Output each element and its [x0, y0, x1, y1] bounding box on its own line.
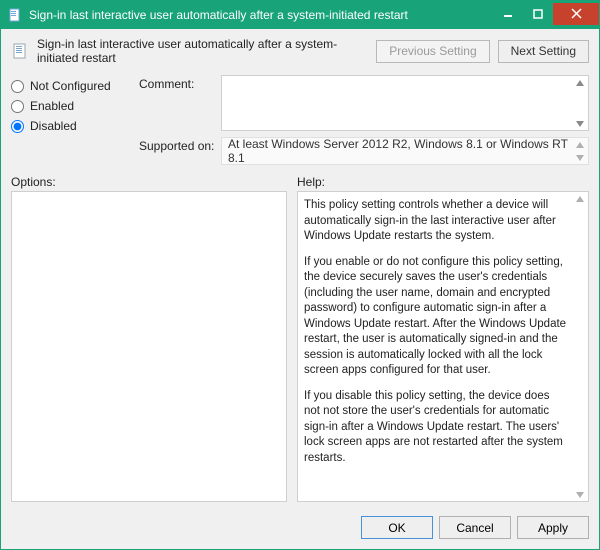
help-panel[interactable]: This policy setting controls whether a d… [297, 191, 589, 502]
scroll-down-icon[interactable] [572, 117, 588, 130]
top-form: Not Configured Enabled Disabled Comment: [1, 71, 599, 171]
help-paragraph: If you enable or do not configure this p… [304, 255, 568, 379]
radio-not-configured-input[interactable] [11, 80, 24, 93]
help-label: Help: [297, 175, 589, 189]
radio-disabled-input[interactable] [11, 120, 24, 133]
dialog-footer: OK Cancel Apply [1, 508, 599, 549]
supported-row: Supported on: At least Windows Server 20… [139, 137, 589, 165]
minimize-button[interactable] [493, 3, 523, 25]
scroll-up-icon[interactable] [572, 192, 588, 205]
scroll-down-icon[interactable] [572, 488, 588, 501]
window-title: Sign-in last interactive user automatica… [29, 8, 493, 22]
comment-row: Comment: [139, 75, 589, 131]
radio-enabled-input[interactable] [11, 100, 24, 113]
scrollbar[interactable] [572, 192, 588, 501]
ok-button[interactable]: OK [361, 516, 433, 539]
radio-disabled[interactable]: Disabled [11, 119, 131, 133]
header-row: Sign-in last interactive user automatica… [1, 29, 599, 71]
next-setting-button[interactable]: Next Setting [498, 40, 589, 63]
radio-label: Enabled [30, 99, 74, 113]
supported-value: At least Windows Server 2012 R2, Windows… [228, 137, 568, 165]
previous-setting-button: Previous Setting [376, 40, 489, 63]
radio-label: Disabled [30, 119, 77, 133]
scroll-up-icon[interactable] [572, 138, 588, 151]
scrollbar[interactable] [572, 138, 588, 164]
dialog-window: Sign-in last interactive user automatica… [0, 0, 600, 550]
close-button[interactable] [553, 3, 599, 25]
help-paragraph: This policy setting controls whether a d… [304, 198, 568, 245]
comment-label: Comment: [139, 75, 215, 131]
supported-label: Supported on: [139, 137, 215, 165]
policy-doc-icon [7, 7, 23, 23]
section-labels: Options: Help: [1, 171, 599, 191]
scroll-down-icon[interactable] [572, 151, 588, 164]
radio-not-configured[interactable]: Not Configured [11, 79, 131, 93]
help-paragraph: If you disable this policy setting, the … [304, 389, 568, 467]
radio-enabled[interactable]: Enabled [11, 99, 131, 113]
policy-doc-icon [11, 42, 29, 60]
options-panel[interactable] [11, 191, 287, 502]
panels: This policy setting controls whether a d… [1, 191, 599, 508]
cancel-button[interactable]: Cancel [439, 516, 511, 539]
radio-label: Not Configured [30, 79, 111, 93]
apply-button[interactable]: Apply [517, 516, 589, 539]
supported-on-box: At least Windows Server 2012 R2, Windows… [221, 137, 589, 165]
comment-textarea[interactable] [221, 75, 589, 131]
options-label: Options: [11, 175, 287, 189]
maximize-button[interactable] [523, 3, 553, 25]
policy-title: Sign-in last interactive user automatica… [37, 37, 368, 65]
scroll-up-icon[interactable] [572, 76, 588, 89]
window-controls [493, 6, 599, 25]
state-column: Not Configured Enabled Disabled [11, 75, 131, 165]
scrollbar[interactable] [572, 76, 588, 130]
titlebar[interactable]: Sign-in last interactive user automatica… [1, 1, 599, 29]
fields-column: Comment: Supported on: At [139, 75, 589, 165]
